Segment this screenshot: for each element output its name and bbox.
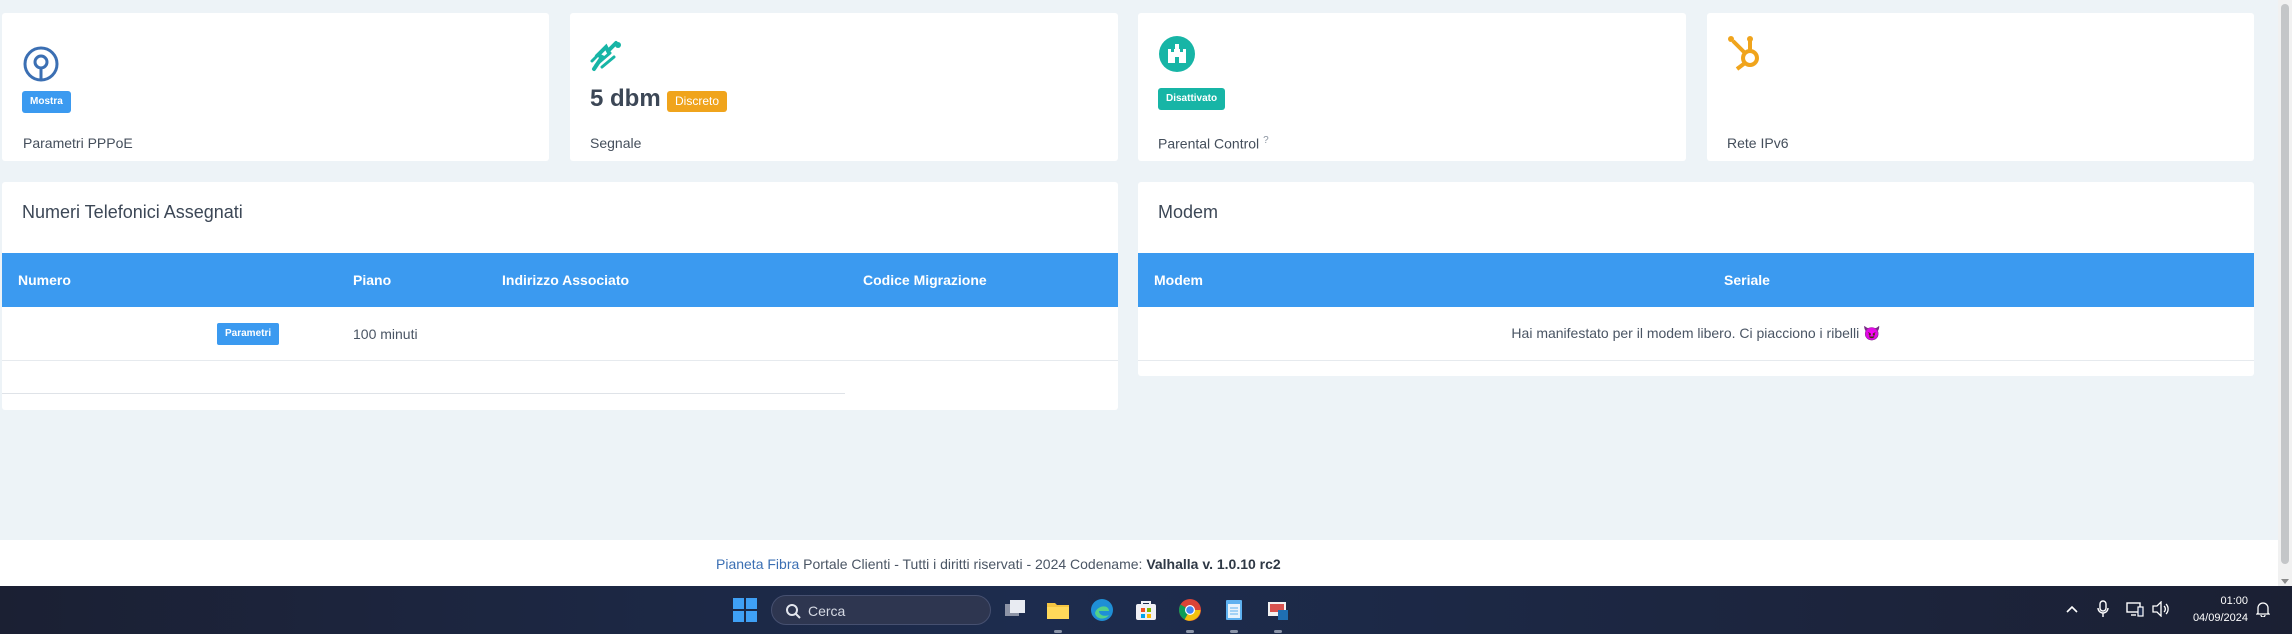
page: Mostra Parametri PPPoE 5 dbm Discreto Se… xyxy=(0,0,2278,586)
show-pppoe-button[interactable]: Mostra xyxy=(22,91,71,113)
footer-codename: Valhalla v. 1.0.10 rc2 xyxy=(1146,556,1281,572)
modem-panel: Modem Modem Seriale Hai manifestato per … xyxy=(1138,182,2254,376)
modem-message: Hai manifestato per il modem libero. Ci … xyxy=(1511,325,1880,342)
task-view-icon[interactable] xyxy=(1003,598,1027,622)
modem-title: Modem xyxy=(1158,202,1219,222)
page-scrollbar[interactable] xyxy=(2278,0,2292,586)
hubspot-network-icon xyxy=(1725,33,1765,73)
row-divider xyxy=(2,360,1118,361)
row-divider xyxy=(1138,360,2254,361)
signal-value: 5 dbm xyxy=(590,85,661,112)
footer-text: Pianeta Fibra Portale Clienti - Tutti i … xyxy=(716,556,1281,572)
network-icon[interactable] xyxy=(2126,601,2144,617)
modem-message-text: Hai manifestato per il modem libero. Ci … xyxy=(1511,325,1860,341)
show-hidden-icons-chevron-icon[interactable] xyxy=(2066,603,2078,615)
edge-browser-icon[interactable] xyxy=(1090,598,1114,622)
notification-bell-icon[interactable] xyxy=(2255,601,2271,618)
pppoe-label: Parametri PPPoE xyxy=(23,135,133,151)
parental-control-label: Parental Control ? xyxy=(1158,135,1269,152)
signal-card: 5 dbm Discreto Segnale xyxy=(570,13,1118,161)
phone-numbers-title: Numeri Telefonici Assegnati xyxy=(22,202,243,222)
ipv6-card: Rete IPv6 xyxy=(1707,13,2254,161)
signal-label: Segnale xyxy=(590,135,642,151)
scroll-down-arrow-icon[interactable] xyxy=(2281,579,2289,584)
table-row: Hai manifestato per il modem libero. Ci … xyxy=(1138,307,2254,361)
openwrt-icon xyxy=(22,45,60,83)
microsoft-store-icon[interactable] xyxy=(1134,598,1158,622)
castle-icon xyxy=(1158,35,1196,73)
explorer-active-indicator xyxy=(1054,630,1062,633)
scrollbar-thumb[interactable] xyxy=(2281,4,2289,564)
signal-dish-icon xyxy=(588,39,628,75)
help-icon[interactable]: ? xyxy=(1263,135,1269,146)
column-modem[interactable]: Modem xyxy=(1154,272,1203,288)
parameters-button[interactable]: Parametri xyxy=(217,323,280,345)
chrome-active-indicator xyxy=(1186,630,1194,633)
ipv6-label: Rete IPv6 xyxy=(1727,135,1789,151)
taskbar-search-box[interactable]: Cerca xyxy=(771,595,991,625)
table-scroll-track[interactable] xyxy=(2,393,845,394)
plan-cell: 100 minuti xyxy=(353,326,418,342)
clock-date[interactable]: 04/09/2024 xyxy=(2180,612,2248,624)
clock-time[interactable]: 01:00 xyxy=(2186,595,2248,607)
windows-start-icon[interactable] xyxy=(733,598,757,622)
column-piano[interactable]: Piano xyxy=(353,272,391,288)
search-placeholder: Cerca xyxy=(808,603,846,619)
footer-brand-link[interactable]: Pianeta Fibra xyxy=(716,556,799,572)
remote-desktop-icon[interactable] xyxy=(1266,598,1290,622)
parental-control-card: Disattivato Parental Control ? xyxy=(1138,13,1686,161)
footer: Pianeta Fibra Portale Clienti - Tutti i … xyxy=(0,540,2278,586)
pppoe-card: Mostra Parametri PPPoE xyxy=(2,13,549,161)
phone-numbers-panel: Numeri Telefonici Assegnati Numero Piano… xyxy=(2,182,1118,410)
volume-icon[interactable] xyxy=(2152,600,2170,618)
column-seriale[interactable]: Seriale xyxy=(1724,272,1770,288)
notepad-active-indicator xyxy=(1230,630,1238,633)
table-row: Parametri 100 minuti xyxy=(2,307,1118,361)
parental-control-label-text: Parental Control xyxy=(1158,135,1260,152)
microphone-icon[interactable] xyxy=(2097,600,2109,618)
chrome-browser-icon[interactable] xyxy=(1178,598,1202,622)
footer-copyright: Portale Clienti - Tutti i diritti riserv… xyxy=(799,556,1147,572)
column-indirizzo[interactable]: Indirizzo Associato xyxy=(502,272,629,288)
notepad-icon[interactable] xyxy=(1222,598,1246,622)
column-numero[interactable]: Numero xyxy=(18,272,71,288)
search-icon xyxy=(785,603,801,619)
windows-taskbar: Cerca 01:00 04/09/2024 xyxy=(0,586,2292,634)
signal-quality-badge: Discreto xyxy=(667,91,728,112)
parental-control-status-badge[interactable]: Disattivato xyxy=(1158,88,1226,110)
remote-desktop-active-indicator xyxy=(1274,630,1282,633)
file-explorer-icon[interactable] xyxy=(1046,598,1070,622)
phone-table-header: Numero Piano Indirizzo Associato Codice … xyxy=(2,253,1118,307)
column-codice-migrazione[interactable]: Codice Migrazione xyxy=(863,272,987,288)
modem-table-header: Modem Seriale xyxy=(1138,253,2254,307)
devil-emoji-icon: 😈 xyxy=(1863,325,1881,341)
